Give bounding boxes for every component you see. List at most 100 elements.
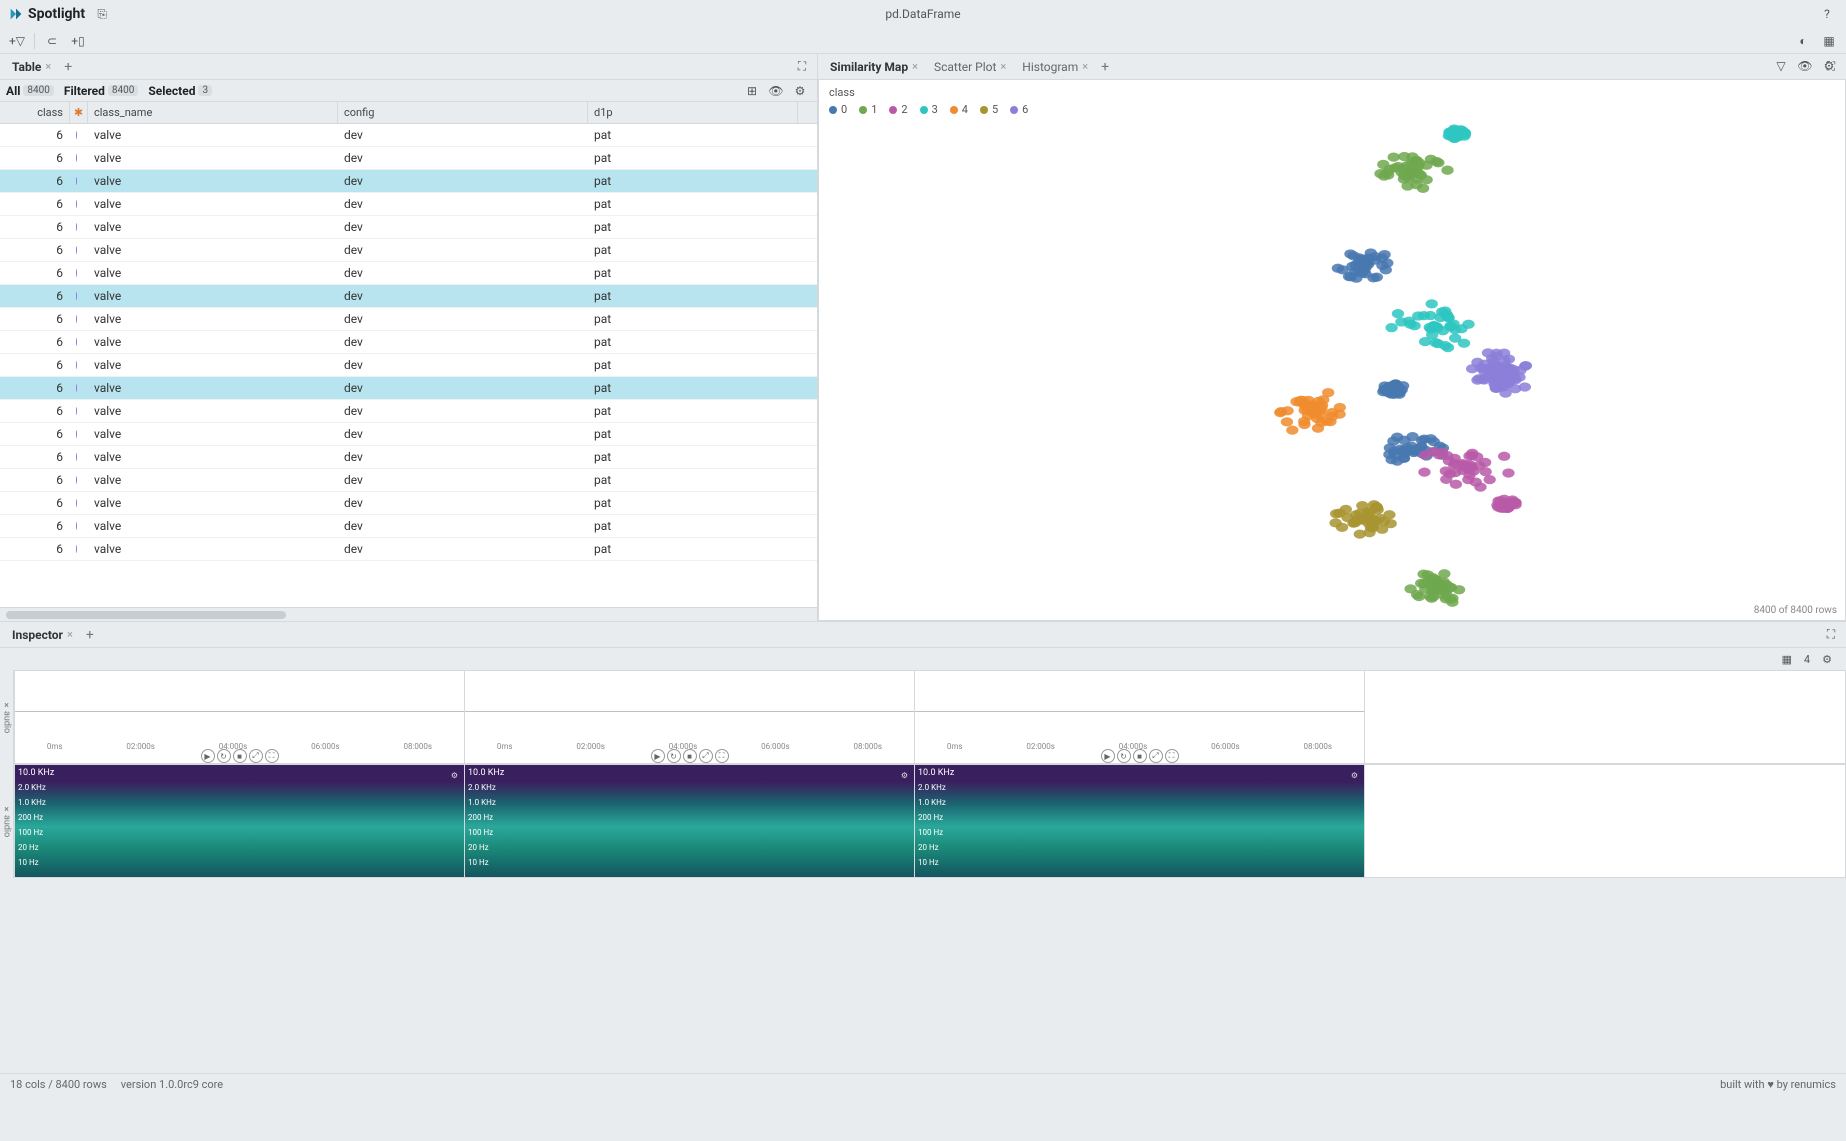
help-icon[interactable]: ? — [1816, 4, 1838, 24]
gear-icon[interactable]: ⚙ — [1351, 771, 1358, 780]
visibility-icon[interactable]: 👁 — [1794, 56, 1816, 76]
maximize-icon[interactable]: ⛶ — [1822, 626, 1840, 644]
loop-icon[interactable]: ↻ — [667, 749, 681, 763]
col-header-classname[interactable]: class_name — [88, 102, 338, 123]
table-row[interactable]: 6valvedevpat — [0, 239, 817, 262]
spectrogram[interactable]: 10.0 KHz2.0 KHz1.0 KHz200 Hz100 Hz20 Hz1… — [465, 765, 914, 877]
loop-icon[interactable]: ↻ — [217, 749, 231, 763]
close-icon[interactable]: × — [45, 60, 51, 73]
waveform[interactable]: 0ms02:000s04:000s06:000s08:000s▶↻■⤢⛶ — [915, 671, 1364, 763]
filter-selected[interactable]: Selected3 — [148, 84, 212, 98]
table-row[interactable]: 6valvedevpat — [0, 538, 817, 561]
play-icon[interactable]: ▶ — [201, 749, 215, 763]
titlebar: Spotlight ⎘ pd.DataFrame ? — [0, 0, 1846, 28]
filter-all[interactable]: All8400 — [6, 84, 54, 98]
col-header-config[interactable]: config — [338, 102, 588, 123]
table-row[interactable]: 6valvedevpat — [0, 308, 817, 331]
stop-icon[interactable]: ■ — [683, 749, 697, 763]
fullscreen-icon[interactable]: ⛶ — [265, 749, 279, 763]
stop-icon[interactable]: ■ — [233, 749, 247, 763]
stop-icon[interactable]: ■ — [1133, 749, 1147, 763]
cell-class: 6 — [0, 193, 70, 215]
cell-config: dev — [338, 124, 588, 146]
horizontal-scrollbar[interactable] — [0, 607, 817, 621]
spectrogram[interactable]: 10.0 KHz2.0 KHz1.0 KHz200 Hz100 Hz20 Hz1… — [915, 765, 1364, 877]
cell-d1p: pat — [588, 193, 798, 215]
cell-classname: valve — [88, 469, 338, 491]
close-icon[interactable]: × — [912, 60, 918, 73]
tab-add-button[interactable]: + — [81, 626, 99, 644]
expand-icon[interactable]: ⤢ — [1149, 749, 1163, 763]
cell-d1p: pat — [588, 147, 798, 169]
table-row[interactable]: 6valvedevpat — [0, 400, 817, 423]
theme-icon[interactable]: ◐ — [1792, 31, 1814, 51]
expand-icon[interactable]: ⤢ — [699, 749, 713, 763]
filter-filtered[interactable]: Filtered8400 — [64, 84, 138, 98]
add-column-icon[interactable]: ⊞ — [741, 81, 763, 101]
app-brand: Spotlight — [8, 6, 85, 22]
settings-icon[interactable]: ⚙ — [789, 81, 811, 101]
filter-icon[interactable]: ▽ — [1770, 56, 1792, 76]
gear-icon[interactable]: ⚙ — [901, 771, 908, 780]
tab-similarity-map[interactable]: Similarity Map× — [822, 57, 926, 77]
table-row[interactable]: 6valvedevpat — [0, 446, 817, 469]
tab-scatter-plot[interactable]: Scatter Plot× — [926, 57, 1014, 77]
status-rows: 18 cols / 8400 rows — [10, 1078, 107, 1091]
table-row[interactable]: 6valvedevpat — [0, 469, 817, 492]
fullscreen-icon[interactable]: ⛶ — [1165, 749, 1179, 763]
gear-icon[interactable]: ⚙ — [451, 771, 458, 780]
tab-inspector[interactable]: Inspector× — [4, 625, 81, 645]
tab-histogram[interactable]: Histogram× — [1014, 57, 1096, 77]
inspector-cell: 0ms02:000s04:000s06:000s08:000s▶↻■⤢⛶ — [915, 671, 1365, 763]
table-row[interactable]: 6valvedevpat — [0, 124, 817, 147]
table-row[interactable]: 6valvedevpat — [0, 492, 817, 515]
lasso-icon[interactable]: ⊂ — [41, 31, 63, 51]
cluster-plot[interactable] — [819, 80, 1845, 620]
cell-config: dev — [338, 147, 588, 169]
filter-add-icon[interactable]: +▽ — [6, 31, 28, 51]
maximize-icon[interactable]: ⛶ — [793, 58, 811, 76]
table-row[interactable]: 6valvedevpat — [0, 285, 817, 308]
similarity-map-canvas[interactable]: class 0123456 8400 of 8400 rows — [818, 80, 1846, 621]
play-icon[interactable]: ▶ — [1101, 749, 1115, 763]
document-title: pd.DataFrame — [885, 7, 960, 21]
tab-add-button[interactable]: + — [59, 58, 77, 76]
table-row[interactable]: 6valvedevpat — [0, 216, 817, 239]
row-close-button[interactable]: ×audio — [0, 764, 14, 878]
table-row[interactable]: 6valvedevpat — [0, 354, 817, 377]
column-add-icon[interactable]: +▯ — [67, 31, 89, 51]
cell-d1p: pat — [588, 515, 798, 537]
table-row[interactable]: 6valvedevpat — [0, 262, 817, 285]
close-icon[interactable]: × — [1082, 60, 1088, 73]
table-row[interactable]: 6valvedevpat — [0, 331, 817, 354]
table-row[interactable]: 6valvedevpat — [0, 423, 817, 446]
table-row[interactable]: 6valvedevpat — [0, 377, 817, 400]
settings-icon[interactable]: ⚙ — [1818, 56, 1840, 76]
tab-add-button[interactable]: + — [1096, 58, 1114, 76]
spectrogram[interactable]: 10.0 KHz2.0 KHz1.0 KHz200 Hz100 Hz20 Hz1… — [15, 765, 464, 877]
table-row[interactable]: 6valvedevpat — [0, 147, 817, 170]
expand-icon[interactable]: ⤢ — [249, 749, 263, 763]
fullscreen-icon[interactable]: ⛶ — [715, 749, 729, 763]
tab-table[interactable]: Table× — [4, 57, 59, 77]
table-row[interactable]: 6valvedevpat — [0, 193, 817, 216]
close-icon[interactable]: × — [67, 628, 73, 641]
visibility-icon[interactable]: 👁 — [765, 81, 787, 101]
col-header-star[interactable]: ✱ — [70, 102, 88, 123]
settings-icon[interactable]: ⚙ — [1816, 649, 1838, 669]
waveform[interactable]: 0ms02:000s04:000s06:000s08:000s▶↻■⤢⛶ — [15, 671, 464, 763]
play-icon[interactable]: ▶ — [651, 749, 665, 763]
close-icon[interactable]: × — [1000, 60, 1006, 73]
col-header-d1p[interactable]: d1p — [588, 102, 798, 123]
table-row[interactable]: 6valvedevpat — [0, 515, 817, 538]
open-folder-icon[interactable]: ⎘ — [91, 4, 113, 24]
col-header-class[interactable]: class — [0, 102, 70, 123]
app-name: Spotlight — [28, 6, 85, 22]
waveform[interactable]: 0ms02:000s04:000s06:000s08:000s▶↻■⤢⛶ — [465, 671, 914, 763]
layout-icon[interactable]: ▦ — [1818, 31, 1840, 51]
table-row[interactable]: 6valvedevpat — [0, 170, 817, 193]
table-body[interactable]: 6valvedevpat6valvedevpat6valvedevpat6val… — [0, 124, 817, 607]
loop-icon[interactable]: ↻ — [1117, 749, 1131, 763]
grid-icon[interactable]: ▦ — [1776, 649, 1798, 669]
row-close-button[interactable]: ×audio — [0, 670, 14, 764]
